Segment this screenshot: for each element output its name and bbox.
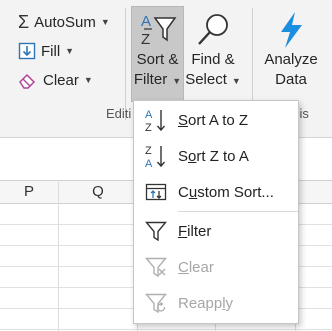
clear-label: Clear xyxy=(43,71,79,89)
clear-filter-icon xyxy=(134,256,178,278)
ribbon-separator xyxy=(125,8,126,120)
fill-button[interactable]: Fill ▼ xyxy=(18,39,74,63)
find-select-button[interactable]: Find & Select ▼ xyxy=(185,10,241,91)
chevron-down-icon: ▼ xyxy=(83,75,93,85)
lightning-icon xyxy=(260,10,322,50)
fill-label: Fill xyxy=(41,42,61,60)
svg-text:Z: Z xyxy=(145,145,152,157)
sort-a-to-z-icon: AZ xyxy=(134,107,178,133)
menu-item-custom-sort[interactable]: Custom Sort... xyxy=(134,175,298,209)
sort-filter-icon: A Z xyxy=(131,10,184,50)
custom-sort-icon xyxy=(134,181,178,203)
group-label-editing: Editi xyxy=(106,106,132,121)
sort-z-to-a-icon: ZA xyxy=(134,143,178,169)
menu-item-filter[interactable]: Filter xyxy=(134,214,298,248)
menu-separator xyxy=(178,211,298,212)
sigma-icon: Σ xyxy=(18,11,30,32)
magnifier-icon xyxy=(185,10,241,50)
analyze-label-line1: Analyze xyxy=(264,51,318,68)
find-select-label-line2: Select xyxy=(185,71,227,88)
svg-text:Z: Z xyxy=(145,122,152,133)
menu-item-sort-z-to-a[interactable]: ZA Sort Z to A xyxy=(134,139,298,173)
eraser-icon xyxy=(18,71,38,89)
menu-item-sort-a-to-z[interactable]: AZ Sort A to Z xyxy=(134,103,298,137)
chevron-down-icon: ▼ xyxy=(65,46,75,56)
svg-text:A: A xyxy=(145,109,153,121)
svg-text:Z: Z xyxy=(141,31,150,48)
analyze-label-line2: Data xyxy=(275,71,307,88)
autosum-label: AutoSum xyxy=(34,13,96,31)
fill-down-icon xyxy=(18,42,36,60)
menu-item-clear[interactable]: Clear xyxy=(134,250,298,284)
svg-text:A: A xyxy=(145,158,153,169)
svg-text:A: A xyxy=(141,13,151,30)
column-header-p[interactable]: P xyxy=(0,181,58,203)
find-select-label-line1: Find & xyxy=(191,51,235,68)
chevron-down-icon: ▼ xyxy=(100,17,110,27)
grid-line xyxy=(0,329,332,330)
clear-button[interactable]: Clear ▼ xyxy=(18,68,93,92)
sort-filter-label-line2: Filter xyxy=(133,71,168,88)
reapply-icon xyxy=(134,292,178,314)
sort-filter-label-line1: Sort & xyxy=(136,51,179,68)
analyze-data-button[interactable]: Analyze Data xyxy=(260,10,322,90)
sort-filter-menu: AZ Sort A to Z ZA Sort Z to A Custom Sor… xyxy=(133,100,299,324)
chevron-down-icon: ▼ xyxy=(231,76,241,86)
column-header-q[interactable]: Q xyxy=(59,181,137,203)
menu-item-reapply[interactable]: Reapply xyxy=(134,286,298,320)
autosum-button[interactable]: Σ AutoSum ▼ xyxy=(18,10,110,34)
sort-filter-content: A Z Sort & Filter ▼ xyxy=(131,10,184,91)
chevron-down-icon: ▼ xyxy=(172,76,182,86)
filter-icon xyxy=(134,220,178,242)
